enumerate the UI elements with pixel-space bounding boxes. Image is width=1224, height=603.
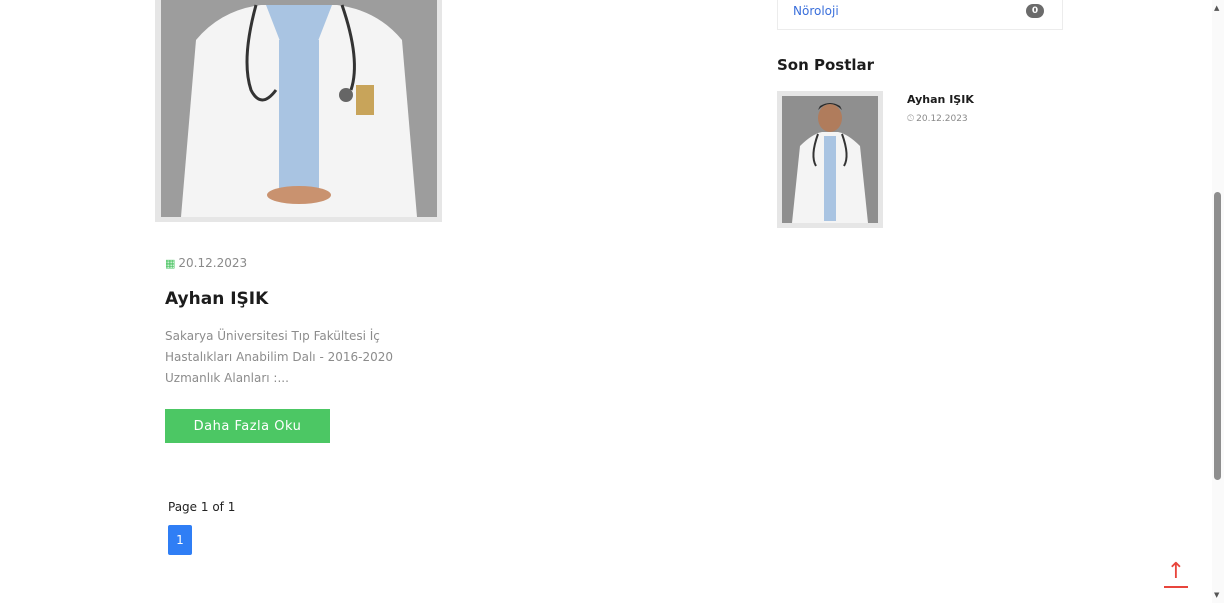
- post-image[interactable]: [155, 0, 442, 222]
- recent-post-date-text: 20.12.2023: [916, 114, 968, 124]
- category-item-noroloji[interactable]: Nöroloji 0: [777, 0, 1063, 30]
- arrow-up-icon: ↑: [1166, 559, 1186, 584]
- recent-post-title[interactable]: Ayhan IŞIK: [907, 93, 974, 106]
- scrollbar-thumb[interactable]: [1214, 192, 1221, 480]
- clock-icon: 🕓︎: [907, 114, 915, 124]
- read-more-button[interactable]: Daha Fazla Oku: [165, 409, 330, 443]
- scroll-down-arrow-icon[interactable]: ▼: [1214, 591, 1219, 599]
- pagination-page-button[interactable]: 1: [168, 525, 192, 555]
- post-title[interactable]: Ayhan IŞIK: [165, 289, 268, 309]
- back-to-top-button[interactable]: ↑: [1164, 560, 1188, 588]
- recent-doctor-illustration: [782, 96, 878, 223]
- post-excerpt: Sakarya Üniversitesi Tıp Fakültesi İç Ha…: [165, 329, 393, 385]
- post-date-text: 20.12.2023: [178, 256, 248, 270]
- recent-posts-heading: Son Postlar: [777, 56, 875, 74]
- scroll-up-arrow-icon[interactable]: ▲: [1214, 4, 1219, 12]
- doctor-photo: [161, 0, 437, 217]
- recent-post-date: 🕓︎ 20.12.2023: [907, 114, 968, 124]
- recent-post-photo: [782, 96, 878, 223]
- recent-post-thumbnail[interactable]: [777, 91, 883, 228]
- page-scrollbar[interactable]: ▲ ▼: [1212, 0, 1224, 603]
- calendar-icon: ▦: [165, 256, 176, 270]
- doctor-illustration: [161, 0, 437, 217]
- category-name[interactable]: Nöroloji: [793, 4, 839, 18]
- category-count-badge: 0: [1026, 4, 1044, 18]
- post-date: ▦ 20.12.2023: [165, 256, 247, 270]
- pagination-info: Page 1 of 1: [168, 500, 236, 514]
